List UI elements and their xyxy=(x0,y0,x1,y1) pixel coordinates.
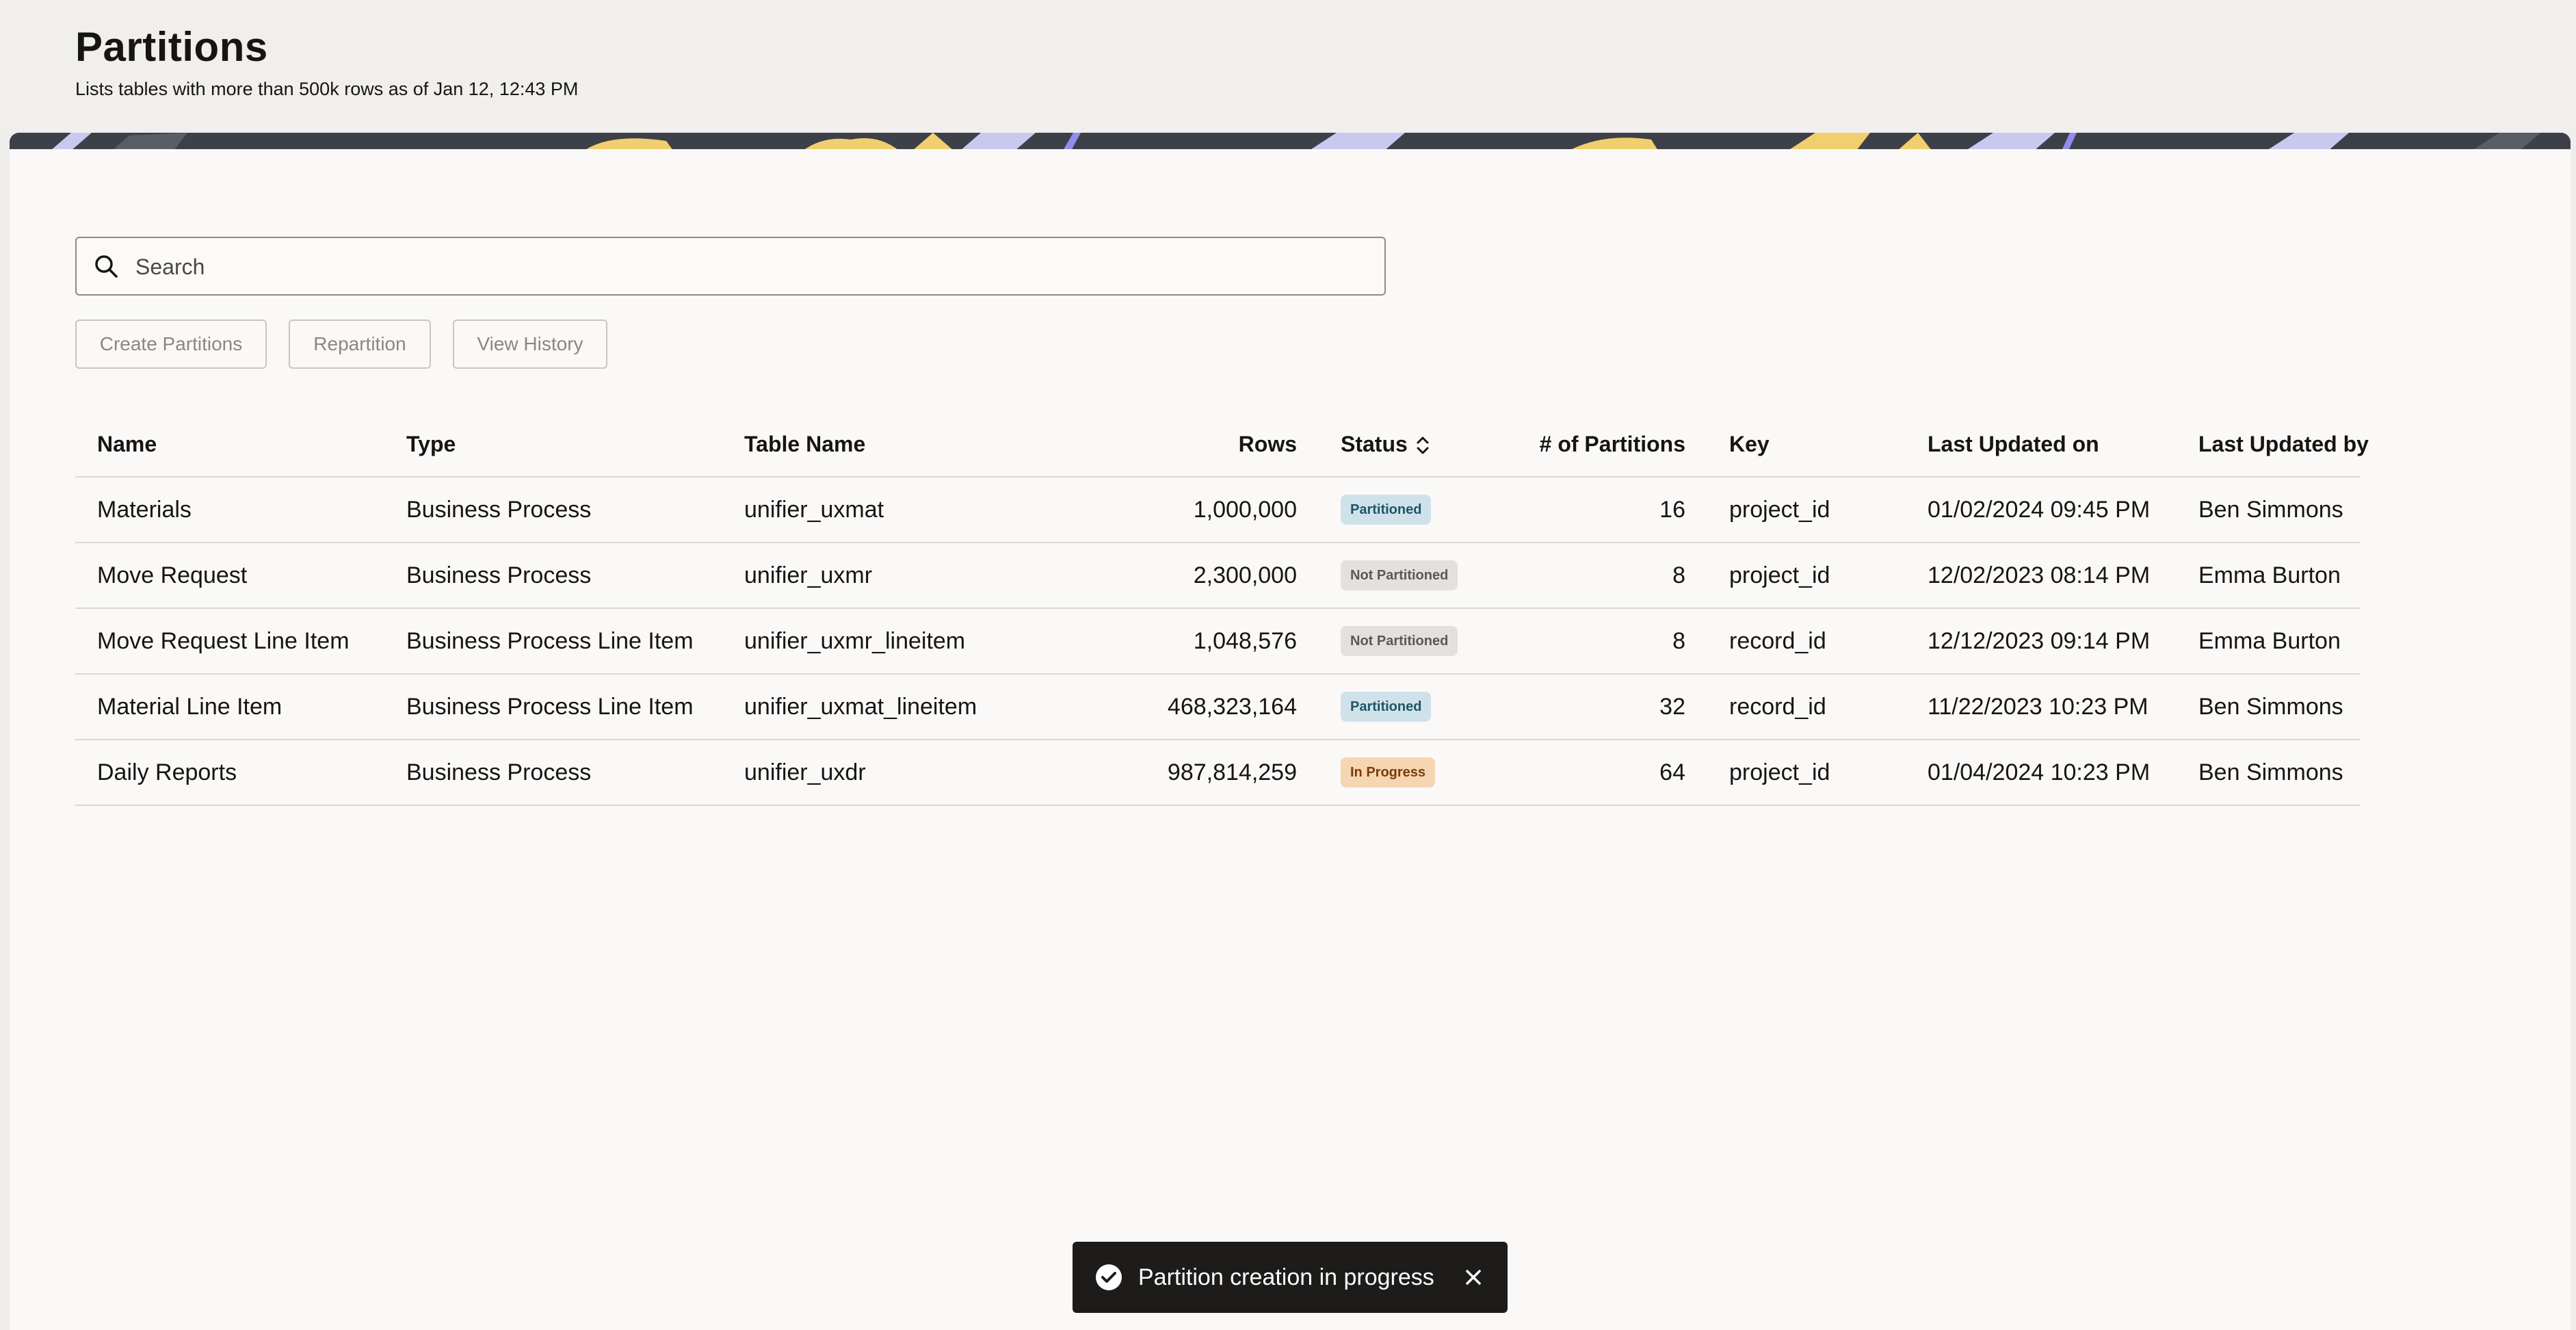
column-header-name[interactable]: Name xyxy=(75,412,384,478)
cell-type: Business Process xyxy=(384,740,722,806)
column-header-type[interactable]: Type xyxy=(384,412,722,478)
table-header-row: Name Type Table Name Rows Status # of Pa… xyxy=(75,412,2369,478)
cell-updated-on: 12/12/2023 09:14 PM xyxy=(1906,608,2177,675)
cell-updated-by: Emma Burton xyxy=(2177,608,2360,675)
cell-table-name: unifier_uxmat_lineitem xyxy=(722,674,1056,740)
cell-key: project_id xyxy=(1707,477,1906,543)
cell-partitions: 32 xyxy=(1486,674,1707,740)
cell-status: Partitioned xyxy=(1319,477,1486,543)
cell-rows: 987,814,259 xyxy=(1056,740,1319,806)
cell-name: Move Request xyxy=(75,543,384,609)
toast-notification: Partition creation in progress xyxy=(1073,1242,1508,1313)
table-body: Materials Business Process unifier_uxmat 1,… xyxy=(75,477,2360,806)
cell-type: Business Process xyxy=(384,477,722,543)
cell-table-name: unifier_uxmr xyxy=(722,543,1056,609)
column-header-table-name[interactable]: Table Name xyxy=(722,412,1056,478)
repartition-button[interactable]: Repartition xyxy=(289,320,431,369)
cell-updated-by: Ben Simmons xyxy=(2177,477,2360,543)
column-header-rows[interactable]: Rows xyxy=(1056,412,1319,478)
cell-updated-by: Ben Simmons xyxy=(2177,674,2360,740)
status-badge: Partitioned xyxy=(1341,692,1432,722)
column-header-status-label: Status xyxy=(1341,431,1408,456)
cell-status: Partitioned xyxy=(1319,674,1486,740)
create-partitions-button[interactable]: Create Partitions xyxy=(75,320,267,369)
status-badge: Not Partitioned xyxy=(1341,626,1458,656)
table-row[interactable]: Material Line Item Business Process Line … xyxy=(75,674,2360,740)
cell-key: record_id xyxy=(1707,674,1906,740)
cell-partitions: 8 xyxy=(1486,608,1707,675)
column-header-status[interactable]: Status xyxy=(1319,412,1486,478)
table-row[interactable]: Move Request Business Process unifier_uxmr… xyxy=(75,543,2360,609)
cell-name: Move Request Line Item xyxy=(75,608,384,675)
cell-type: Business Process Line Item xyxy=(384,674,722,740)
table-row[interactable]: Materials Business Process unifier_uxmat 1,… xyxy=(75,477,2360,543)
column-header-updated-by[interactable]: Last Updated by xyxy=(2177,412,2369,478)
cell-updated-by: Emma Burton xyxy=(2177,543,2360,609)
cell-name: Material Line Item xyxy=(75,674,384,740)
search-box[interactable] xyxy=(75,237,1386,296)
cell-key: project_id xyxy=(1707,740,1906,806)
sort-icon[interactable] xyxy=(1415,434,1431,456)
column-header-updated-on[interactable]: Last Updated on xyxy=(1906,412,2177,478)
column-header-key[interactable]: Key xyxy=(1707,412,1906,478)
view-history-button[interactable]: View History xyxy=(453,320,607,369)
cell-name: Materials xyxy=(75,477,384,543)
page-title: Partitions xyxy=(75,24,268,70)
toast-message: Partition creation in progress xyxy=(1138,1264,1434,1290)
cell-partitions: 16 xyxy=(1486,477,1707,543)
table-row[interactable]: Daily Reports Business Process unifier_uxd… xyxy=(75,740,2360,806)
cell-updated-on: 01/02/2024 09:45 PM xyxy=(1906,477,2177,543)
check-circle-icon xyxy=(1096,1264,1122,1290)
cell-key: record_id xyxy=(1707,608,1906,675)
cell-type: Business Process Line Item xyxy=(384,608,722,675)
decorative-banner xyxy=(10,133,2571,151)
cell-rows: 1,048,576 xyxy=(1056,608,1319,675)
toast-close-button[interactable] xyxy=(1458,1262,1488,1292)
status-badge: Not Partitioned xyxy=(1341,560,1458,590)
cell-type: Business Process xyxy=(384,543,722,609)
cell-key: project_id xyxy=(1707,543,1906,609)
search-input[interactable] xyxy=(134,239,1368,294)
status-badge: Partitioned xyxy=(1341,495,1432,525)
cell-updated-on: 12/02/2023 08:14 PM xyxy=(1906,543,2177,609)
status-badge: In Progress xyxy=(1341,757,1436,787)
cell-partitions: 64 xyxy=(1486,740,1707,806)
cell-table-name: unifier_uxdr xyxy=(722,740,1056,806)
cell-table-name: unifier_uxmr_lineitem xyxy=(722,608,1056,675)
page-header: Partitions Lists tables with more than 5… xyxy=(0,0,2576,134)
page-subtitle: Lists tables with more than 500k rows as… xyxy=(75,79,579,99)
banner-pattern xyxy=(10,133,2571,151)
cell-rows: 468,323,164 xyxy=(1056,674,1319,740)
cell-table-name: unifier_uxmat xyxy=(722,477,1056,543)
search-icon xyxy=(95,255,118,278)
partitions-table: Name Type Table Name Rows Status # of Pa… xyxy=(75,412,2369,806)
cell-updated-by: Ben Simmons xyxy=(2177,740,2360,806)
cell-updated-on: 01/04/2024 10:23 PM xyxy=(1906,740,2177,806)
close-icon xyxy=(1466,1270,1481,1285)
table-row[interactable]: Move Request Line Item Business Process L… xyxy=(75,608,2360,675)
cell-name: Daily Reports xyxy=(75,740,384,806)
cell-rows: 2,300,000 xyxy=(1056,543,1319,609)
cell-rows: 1,000,000 xyxy=(1056,477,1319,543)
cell-status: Not Partitioned xyxy=(1319,543,1486,609)
cell-partitions: 8 xyxy=(1486,543,1707,609)
column-header-partitions[interactable]: # of Partitions xyxy=(1486,412,1707,478)
cell-updated-on: 11/22/2023 10:23 PM xyxy=(1906,674,2177,740)
cell-status: Not Partitioned xyxy=(1319,608,1486,675)
cell-status: In Progress xyxy=(1319,740,1486,806)
